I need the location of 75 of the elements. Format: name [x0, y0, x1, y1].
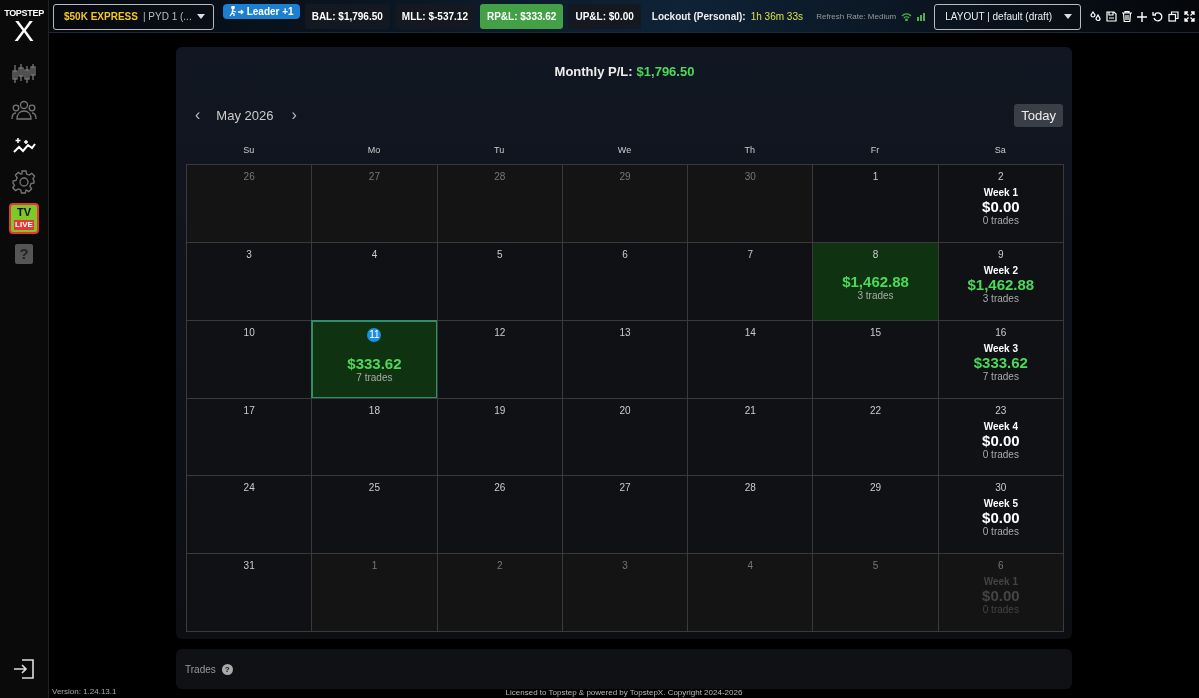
wifi-icon	[901, 12, 913, 21]
monthly-pl-value: $1,796.50	[636, 63, 695, 79]
week-summary-cell: 23 Week 4 $0.00 0 trades	[937, 397, 1064, 477]
day-cell[interactable]: 2	[436, 553, 563, 632]
plus-icon[interactable]	[1137, 11, 1147, 22]
fullscreen-icon[interactable]	[1184, 11, 1195, 22]
brand-name: TOPSTEP	[4, 8, 44, 18]
stat-pill: BAL: $1,796.50	[304, 4, 390, 29]
candlestick-icon[interactable]	[12, 63, 36, 85]
weekday-label: We	[617, 144, 632, 155]
undo-icon[interactable]	[1152, 11, 1163, 22]
layout-select[interactable]: LAYOUT | default (draft)	[934, 3, 1081, 30]
caret-icon	[196, 14, 205, 19]
weekday-label: Su	[243, 144, 255, 155]
weekday-label: Fr	[870, 144, 880, 155]
day-cell[interactable]: 3	[186, 241, 313, 321]
day-cell[interactable]: 8 $1,462.88 3 trades	[812, 241, 939, 321]
trash-icon[interactable]	[1122, 11, 1132, 22]
copyright-text: Licensed to Topstep & powered by TopstepX. Copyright 2024-2026	[505, 688, 743, 697]
day-cell[interactable]: 31	[186, 553, 313, 632]
previous-month-button[interactable]: ‹	[191, 106, 205, 124]
stat-pill: UP&L: $0.00	[568, 4, 641, 29]
next-month-button[interactable]: ›	[287, 106, 301, 124]
day-cell[interactable]: 28	[436, 164, 563, 243]
day-cell[interactable]: 29	[561, 164, 689, 243]
day-cell[interactable]: 7	[687, 241, 814, 321]
day-cell[interactable]: 27	[311, 164, 438, 243]
day-cell[interactable]: 3	[561, 553, 689, 632]
day-cell[interactable]: 17	[186, 397, 313, 477]
day-cell[interactable]: 13	[561, 319, 689, 399]
day-cell[interactable]: 12	[436, 319, 563, 399]
signal-bars-icon	[917, 12, 926, 21]
day-cell[interactable]: 5	[812, 553, 939, 632]
tv-live-button[interactable]: TV LIVE	[9, 202, 39, 234]
week-summary-cell: 16 Week 3 $333.62 7 trades	[937, 319, 1064, 399]
day-cell[interactable]: 14	[687, 319, 814, 399]
lockout-label: Lockout (Personal):	[651, 11, 746, 22]
day-cell[interactable]: 4	[311, 241, 438, 321]
monthly-pl-label: Monthly P/L:	[554, 63, 633, 79]
version-text: Version: 1.24.13.1	[52, 687, 117, 696]
caret-icon	[1064, 14, 1072, 19]
account-select[interactable]: $50K EXPRESS | PYD 1 (...	[53, 3, 214, 30]
weekday-label: Th	[744, 144, 756, 155]
day-cell[interactable]: 5	[436, 241, 563, 321]
day-cell[interactable]: 1	[812, 164, 939, 243]
stat-pill: MLL: $-537.12	[394, 4, 475, 29]
refresh-rate-text: Refresh Rate: Medium	[816, 12, 897, 21]
day-cell[interactable]: 26	[186, 164, 313, 243]
weekday-label: Sa	[994, 144, 1006, 155]
week-summary-cell: 9 Week 2 $1,462.88 3 trades	[937, 241, 1064, 321]
day-cell[interactable]: 30	[687, 164, 814, 243]
weekday-label: Mo	[367, 144, 381, 155]
day-cell[interactable]: 15	[812, 319, 939, 399]
droplets-icon[interactable]	[1090, 11, 1101, 22]
settings-icon[interactable]	[12, 170, 36, 194]
month-title: May 2026	[216, 107, 274, 123]
lockout-timer: 1h 36m 33s	[750, 11, 803, 22]
day-cell[interactable]: 10	[186, 319, 313, 399]
windows-icon[interactable]	[1168, 11, 1179, 22]
help-icon[interactable]: ?	[221, 663, 233, 675]
today-button[interactable]: Today	[1014, 103, 1063, 127]
save-icon[interactable]	[1106, 11, 1117, 22]
stat-pill: RP&L: $333.62	[479, 4, 564, 29]
trades-title: Trades	[185, 663, 216, 675]
day-cell[interactable]: 4	[687, 553, 814, 632]
weekday-label: Tu	[494, 144, 505, 155]
logout-icon[interactable]	[13, 658, 35, 680]
walking-person-icon	[228, 6, 244, 17]
day-cell[interactable]: 6	[561, 241, 689, 321]
people-icon[interactable]	[11, 100, 37, 120]
week-summary-cell: 2 Week 1 $0.00 0 trades	[937, 164, 1064, 243]
day-cell[interactable]: 1	[311, 553, 438, 632]
leader-badge[interactable]: Leader +1	[222, 4, 300, 19]
brand-mark: X	[14, 18, 34, 44]
day-cell[interactable]: 11 $333.62 7 trades	[311, 319, 438, 399]
